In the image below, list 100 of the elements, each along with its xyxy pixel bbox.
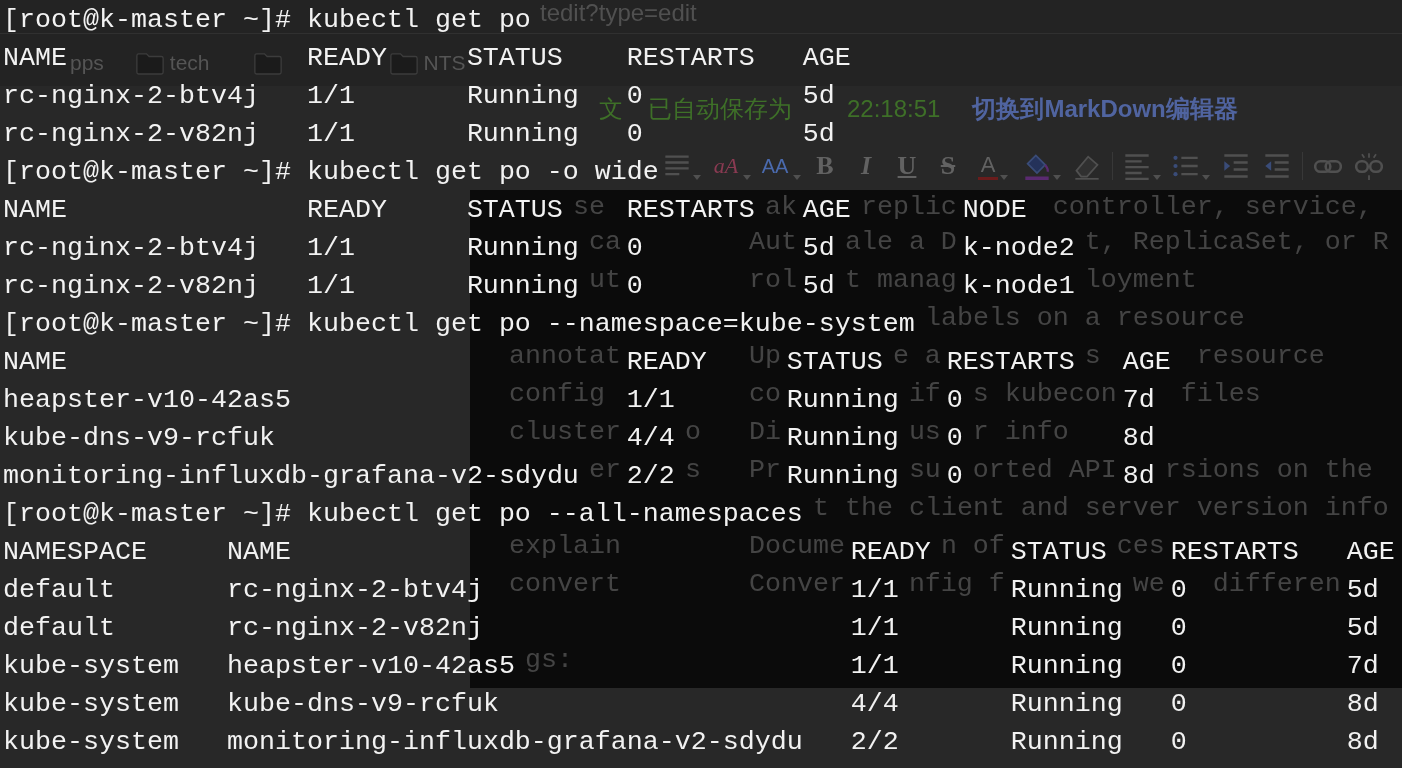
command-description: rol — [748, 265, 797, 295]
folder-icon — [389, 51, 418, 75]
italic-button[interactable]: I — [857, 152, 875, 180]
bold-button[interactable]: B — [813, 152, 837, 180]
column-header: STATUS — [1010, 537, 1107, 567]
caret-icon[interactable] — [1153, 175, 1161, 180]
unlink-icon[interactable] — [1355, 152, 1383, 180]
command-description: rsions on the — [1164, 455, 1373, 485]
table-cell: 8d — [1346, 689, 1379, 719]
table-cell: rc-nginx-2-v82nj — [3, 119, 259, 149]
column-header: NODE — [962, 195, 1027, 225]
column-header: RESTARTS — [946, 347, 1075, 377]
paint-bucket-icon[interactable] — [1023, 152, 1051, 180]
autosave-note: 22:18:51 — [847, 94, 941, 124]
column-header: NAME — [3, 195, 67, 225]
table-cell: 0 — [946, 461, 963, 491]
command-description: n of — [940, 531, 1005, 561]
column-header: READY — [306, 43, 387, 73]
table-cell: kube-system — [3, 727, 179, 757]
table-cell: Running — [786, 385, 899, 415]
table-cell: Running — [786, 461, 899, 491]
spellcheck-button[interactable]: aA — [710, 152, 742, 180]
command-description: Docume — [748, 531, 845, 561]
table-cell: kube-system — [3, 651, 179, 681]
command-description: co — [748, 379, 781, 409]
column-header: AGE — [1346, 537, 1395, 567]
column-header: NAME — [3, 43, 67, 73]
table-cell: 1/1 — [850, 651, 899, 681]
table-cell: k-node1 — [962, 271, 1075, 301]
command-name: ut — [588, 265, 621, 295]
column-header: STATUS — [466, 195, 563, 225]
shell-command: kubectl get po --namespace=kube-system — [306, 308, 915, 341]
font-size-button[interactable]: AA — [758, 152, 792, 180]
shell-prompt: [root@k-master ~]# — [3, 498, 291, 531]
font-color-button[interactable]: A — [977, 152, 999, 180]
table-cell: 7d — [1122, 385, 1155, 415]
align-left-icon[interactable] — [1123, 152, 1151, 180]
table-cell: Running — [466, 271, 579, 301]
command-description: Di — [748, 417, 781, 447]
command-name: ca — [588, 227, 621, 257]
command-description: resource — [1196, 341, 1325, 371]
switch-editor-link[interactable]: 切换到MarkDown编辑器 — [972, 91, 1238, 127]
outdent-icon[interactable] — [1263, 152, 1291, 180]
table-cell: 5d — [1346, 613, 1379, 643]
table-cell: 7d — [1346, 651, 1379, 681]
table-cell: default — [3, 575, 115, 605]
table-cell: 0 — [626, 271, 643, 301]
table-cell: 5d — [802, 119, 835, 149]
table-cell: 5d — [1346, 575, 1379, 605]
table-cell: kube-system — [3, 689, 179, 719]
table-cell: 1/1 — [850, 613, 899, 643]
command-description: replic — [860, 191, 957, 222]
indent-icon[interactable] — [1222, 152, 1250, 180]
command-description: us — [908, 417, 941, 447]
table-cell: 5d — [802, 271, 835, 301]
caret-icon[interactable] — [1053, 175, 1061, 180]
table-cell: 1/1 — [306, 233, 355, 263]
command-description: Up — [748, 341, 781, 371]
table-cell: 1/1 — [850, 575, 899, 605]
command-description: t, ReplicaSet, or R — [1084, 227, 1389, 257]
command-name: config — [509, 379, 605, 409]
command-description: ale a D — [844, 227, 957, 257]
table-cell: 0 — [1170, 651, 1187, 681]
table-cell: Running — [1010, 651, 1123, 681]
table-cell: Running — [1010, 689, 1123, 719]
caret-icon[interactable] — [1000, 175, 1009, 180]
shell-command: kubectl get po — [306, 4, 531, 37]
column-header: NAMESPACE — [3, 537, 147, 567]
command-description: if — [908, 379, 941, 409]
caret-icon[interactable] — [1202, 175, 1210, 180]
table-cell: Running — [466, 233, 579, 263]
command-name: annotat — [509, 341, 621, 371]
command-name: explain — [509, 531, 621, 561]
table-cell: 0 — [1170, 727, 1187, 757]
command-name: se — [572, 191, 605, 222]
table-cell: 4/4 — [850, 689, 899, 719]
command-description: su — [908, 455, 941, 485]
command-description: differen — [1212, 569, 1341, 599]
column-header: AGE — [802, 43, 851, 73]
caret-icon[interactable] — [693, 175, 701, 180]
table-cell: Running — [466, 119, 579, 149]
flags-heading: gs: — [525, 645, 573, 675]
caret-icon[interactable] — [743, 175, 752, 180]
table-cell: 0 — [1170, 613, 1187, 643]
folder-icon[interactable] — [253, 51, 282, 75]
command-description: Aut — [748, 227, 797, 257]
table-cell: 1/1 — [306, 119, 355, 149]
command-description: Conver — [748, 569, 845, 599]
underline-button[interactable]: U — [894, 152, 920, 180]
command-name: er — [588, 455, 621, 485]
table-cell: rc-nginx-2-btv4j — [226, 575, 483, 605]
caret-icon[interactable] — [793, 175, 802, 180]
strikethrough-button[interactable]: S — [937, 152, 959, 180]
table-cell: monitoring-influxdb-grafana-v2-sdydu — [226, 727, 803, 757]
shell-command: kubectl get po --all-namespaces — [306, 498, 803, 531]
folder-icon — [135, 51, 164, 75]
table-cell: k-node2 — [962, 233, 1075, 263]
command-description: Pr — [748, 455, 781, 485]
table-cell: 8d — [1346, 727, 1379, 757]
command-description: nfig f — [908, 569, 1005, 599]
